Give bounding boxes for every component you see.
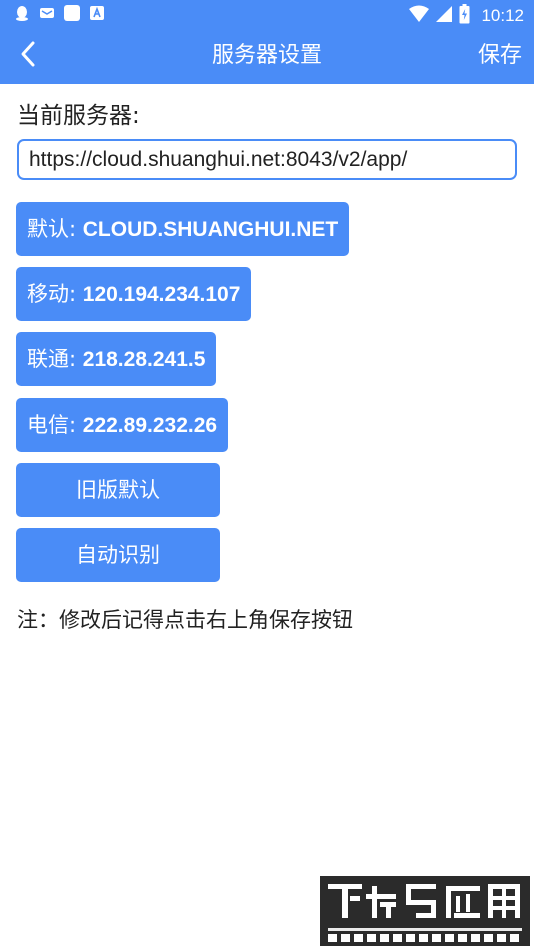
auto-detect-button[interactable]: 自动识别 — [16, 528, 220, 582]
status-time: 10:12 — [481, 6, 524, 25]
chevron-left-icon — [18, 40, 38, 72]
qq-icon — [14, 5, 30, 21]
server-button-prefix: 默认: — [27, 217, 83, 241]
wifi-icon — [409, 5, 430, 27]
save-hint-note: 注：修改后记得点击右上角保存按钮 — [17, 608, 353, 632]
system-status: 10:12 — [409, 4, 524, 28]
app-bar: 服务器设置 保存 — [0, 28, 534, 84]
default-server-button[interactable]: 默认: CLOUD.SHUANGHUI.NET — [16, 202, 350, 256]
server-button-address: 218.28.241.5 — [82, 348, 206, 371]
telecom-server-button[interactable]: 电信: 222.89.232.26 — [16, 398, 229, 452]
current-server-label: 当前服务器: — [17, 103, 140, 129]
unicom-server-button[interactable]: 联通: 218.28.241.5 — [16, 332, 217, 386]
back-button[interactable] — [8, 36, 48, 76]
mobile-server-button[interactable]: 移动: 120.194.234.107 — [16, 267, 252, 321]
status-bar: 10:12 — [0, 0, 534, 28]
battery-icon — [459, 4, 470, 28]
server-button-address: 120.194.234.107 — [82, 283, 241, 306]
notification-icons — [14, 5, 105, 21]
page-title: 服务器设置 — [211, 43, 322, 68]
a-badge-icon — [89, 5, 105, 21]
server-url-input[interactable] — [17, 139, 517, 180]
server-button-prefix: 移动: — [27, 282, 83, 306]
mail-icon — [39, 5, 55, 21]
save-button[interactable]: 保存 — [478, 28, 522, 84]
server-button-prefix: 联通: — [27, 347, 83, 371]
cell-signal-icon — [436, 5, 453, 27]
legacy-default-button[interactable]: 旧版默认 — [16, 463, 220, 517]
server-button-address: CLOUD.SHUANGHUI.NET — [82, 218, 339, 241]
server-button-prefix: 电信: — [27, 413, 83, 437]
watermark-logo — [320, 876, 530, 946]
server-button-address: 222.89.232.26 — [82, 414, 218, 437]
square-icon — [64, 5, 80, 21]
